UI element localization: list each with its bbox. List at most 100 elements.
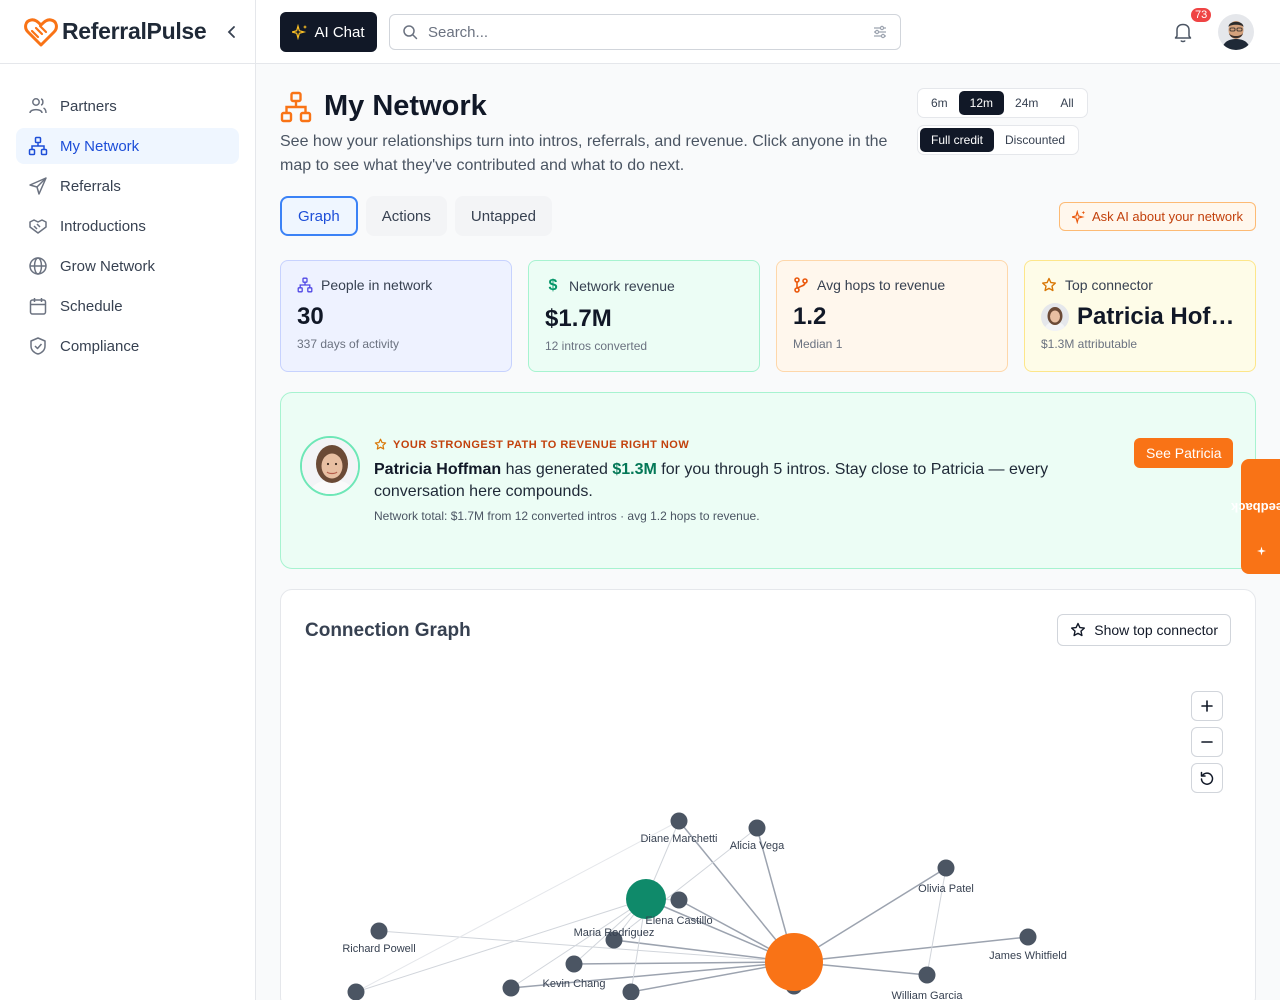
stat-label: Top connector xyxy=(1065,277,1153,293)
heart-handshake-logo-icon xyxy=(24,15,58,49)
graph-node[interactable] xyxy=(622,983,640,1000)
graph-edge xyxy=(573,961,795,965)
zoom-in-button[interactable] xyxy=(1191,691,1223,721)
filter-sliders-icon[interactable] xyxy=(872,24,888,40)
range-24m-button[interactable]: 24m xyxy=(1004,91,1049,115)
strongest-path-banner: YOUR STRONGEST PATH TO REVENUE RIGHT NOW… xyxy=(280,392,1256,569)
search-input[interactable] xyxy=(428,23,872,41)
tab-graph[interactable]: Graph xyxy=(280,196,358,236)
sidebar-item-label: Partners xyxy=(60,97,117,115)
graph-node-you[interactable] xyxy=(765,933,823,991)
logo[interactable]: ReferralPulse xyxy=(0,0,255,64)
notifications-button[interactable] xyxy=(1172,20,1194,44)
stat-top-connector[interactable]: Top connector Patricia Hoffman $1.3M att… xyxy=(1024,260,1256,372)
sidebar-item-referrals[interactable]: Referrals xyxy=(16,168,239,204)
graph-node-label: Diane Marchetti xyxy=(640,833,717,845)
sparkles-icon xyxy=(1071,209,1086,224)
search-icon xyxy=(403,25,418,40)
graph-node[interactable] xyxy=(370,922,388,940)
reset-view-button[interactable] xyxy=(1191,763,1223,793)
network-icon xyxy=(280,91,312,122)
banner-text: Patricia Hoffman has generated $1.3M for… xyxy=(374,459,1094,503)
range-all-button[interactable]: All xyxy=(1049,91,1084,115)
page-header: My Network xyxy=(280,90,487,123)
graph-node-label: Elena Castillo xyxy=(645,915,712,927)
range-12m-button[interactable]: 12m xyxy=(958,91,1005,115)
feedback-label: Feedback xyxy=(1230,500,1280,515)
graph-title: Connection Graph xyxy=(305,620,471,641)
star-icon xyxy=(374,438,387,450)
sidebar-item-label: Schedule xyxy=(60,297,123,315)
graph-node[interactable] xyxy=(347,983,365,1000)
sidebar-item-label: Referrals xyxy=(60,177,121,195)
stat-value: 30 xyxy=(297,303,324,330)
zoom-out-button[interactable] xyxy=(1191,727,1223,757)
sidebar-item-schedule[interactable]: Schedule xyxy=(16,288,239,324)
sidebar-item-compliance[interactable]: Compliance xyxy=(16,328,239,364)
stat-sub: Median 1 xyxy=(793,337,843,351)
banner-footer: Network total: $1.7M from 12 converted i… xyxy=(374,509,760,523)
show-top-connector-button[interactable]: Show top connector xyxy=(1057,614,1231,646)
graph-node-top-connector[interactable] xyxy=(626,879,666,919)
graph-node[interactable] xyxy=(937,859,955,877)
page-title: My Network xyxy=(324,90,487,122)
banner-name: Patricia Hoffman xyxy=(374,461,502,478)
tab-untapped[interactable]: Untapped xyxy=(454,196,552,236)
stat-label: Avg hops to revenue xyxy=(817,277,946,293)
ai-chat-button[interactable]: AI Chat xyxy=(280,12,377,52)
network-icon xyxy=(297,277,313,293)
sidebar-item-introductions[interactable]: Introductions xyxy=(16,208,239,244)
sidebar-item-partners[interactable]: Partners xyxy=(16,88,239,124)
git-branch-icon xyxy=(794,277,808,293)
collapse-sidebar-button[interactable] xyxy=(222,22,242,42)
top-connector-label: Show top connector xyxy=(1094,622,1218,638)
chevron-left-icon xyxy=(227,26,235,38)
reset-icon xyxy=(1200,771,1214,785)
search-bar[interactable] xyxy=(389,14,901,50)
user-avatar[interactable] xyxy=(1218,14,1254,50)
stat-sub: $1.3M attributable xyxy=(1041,337,1138,351)
graph-node-label: Maria Rodriguez xyxy=(574,927,655,939)
stat-network-revenue: $ Network revenue $1.7M 12 intros convert… xyxy=(528,260,760,372)
range-6m-button[interactable]: 6m xyxy=(920,91,959,115)
graph-node[interactable] xyxy=(748,819,766,837)
connection-graph[interactable]: Diane Marchetti Alicia Vega Olivia Patel El… xyxy=(281,590,1256,1000)
connection-graph-card: Diane Marchetti Alicia Vega Olivia Patel El… xyxy=(280,589,1256,1000)
connector-avatar xyxy=(1041,303,1069,331)
feedback-tab[interactable]: Feedback xyxy=(1231,459,1280,574)
full-credit-button[interactable]: Full credit xyxy=(920,128,995,152)
ask-ai-button[interactable]: Ask AI about your network xyxy=(1058,202,1256,231)
banner-text-part: has generated xyxy=(501,461,613,478)
stats-row: People in network 30 337 days of activit… xyxy=(280,260,1256,372)
stat-sub: 337 days of activity xyxy=(297,337,400,351)
stat-value: 1.2 xyxy=(793,303,827,330)
graph-node[interactable] xyxy=(670,812,688,830)
banner-kicker: YOUR STRONGEST PATH TO REVENUE RIGHT NOW xyxy=(374,438,689,451)
star-icon xyxy=(1071,622,1086,637)
send-icon xyxy=(28,176,48,196)
graph-node[interactable] xyxy=(565,955,583,973)
graph-node[interactable] xyxy=(670,891,688,909)
credit-mode-toggle: Full credit Discounted xyxy=(917,125,1080,155)
graph-edge xyxy=(510,898,647,989)
graph-node-label: Olivia Patel xyxy=(918,883,974,895)
plus-icon xyxy=(1201,700,1213,712)
graph-node[interactable] xyxy=(918,966,936,984)
sidebar-item-label: Grow Network xyxy=(60,257,156,275)
sidebar-item-grow-network[interactable]: Grow Network xyxy=(16,248,239,284)
graph-node-label: Alicia Vega xyxy=(730,840,785,852)
sidebar-item-my-network[interactable]: My Network xyxy=(16,128,239,164)
stat-people-in-network: People in network 30 337 days of activit… xyxy=(280,260,512,372)
top-connector-value: Patricia Hoffman xyxy=(1041,303,1239,331)
tab-actions[interactable]: Actions xyxy=(365,196,447,236)
dollar-icon: $ xyxy=(548,277,558,294)
graph-node[interactable] xyxy=(1019,928,1037,946)
graph-node[interactable] xyxy=(502,979,520,997)
discounted-button[interactable]: Discounted xyxy=(994,128,1076,152)
stat-value: $1.7M xyxy=(545,305,612,332)
ai-chat-label: AI Chat xyxy=(314,23,365,41)
patricia-avatar xyxy=(300,436,360,496)
see-patricia-button[interactable]: See Patricia xyxy=(1134,438,1234,468)
notification-count-badge: 73 xyxy=(1189,6,1214,24)
view-tabs: Graph Actions Untapped xyxy=(280,196,552,236)
